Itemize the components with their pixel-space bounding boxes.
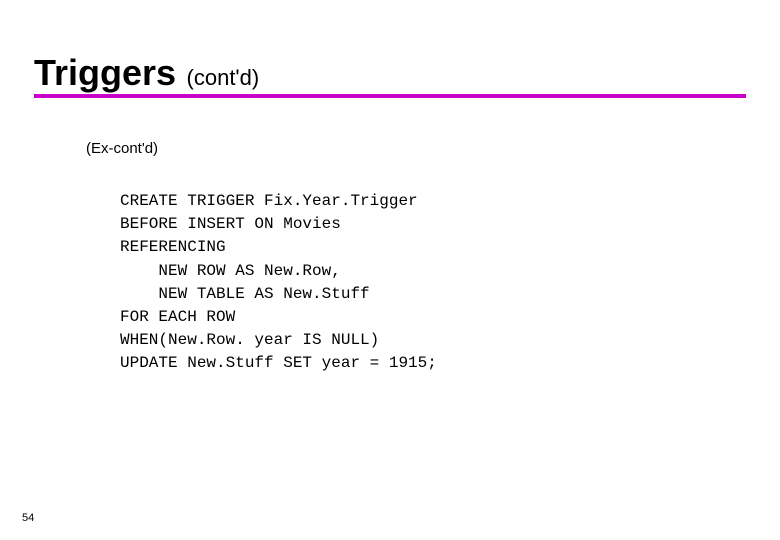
code-line: FOR EACH ROW (120, 308, 235, 326)
title-row: Triggers (cont'd) (34, 52, 259, 94)
code-line: NEW ROW AS New.Row, (120, 262, 341, 280)
code-line: CREATE TRIGGER Fix.Year.Trigger (120, 192, 418, 210)
horizontal-rule (34, 94, 746, 98)
page-number: 54 (22, 512, 34, 524)
slide-title: Triggers (34, 52, 176, 93)
code-line: BEFORE INSERT ON Movies (120, 215, 341, 233)
code-line: REFERENCING (120, 238, 226, 256)
slide-title-suffix: (cont'd) (187, 65, 260, 90)
subheading: (Ex-cont'd) (86, 140, 158, 157)
code-line: WHEN(New.Row. year IS NULL) (120, 331, 379, 349)
slide: Triggers (cont'd) (Ex-cont'd) CREATE TRI… (0, 0, 780, 540)
code-line: UPDATE New.Stuff SET year = 1915; (120, 354, 437, 372)
code-line: NEW TABLE AS New.Stuff (120, 285, 370, 303)
code-block: CREATE TRIGGER Fix.Year.Trigger BEFORE I… (120, 190, 437, 376)
